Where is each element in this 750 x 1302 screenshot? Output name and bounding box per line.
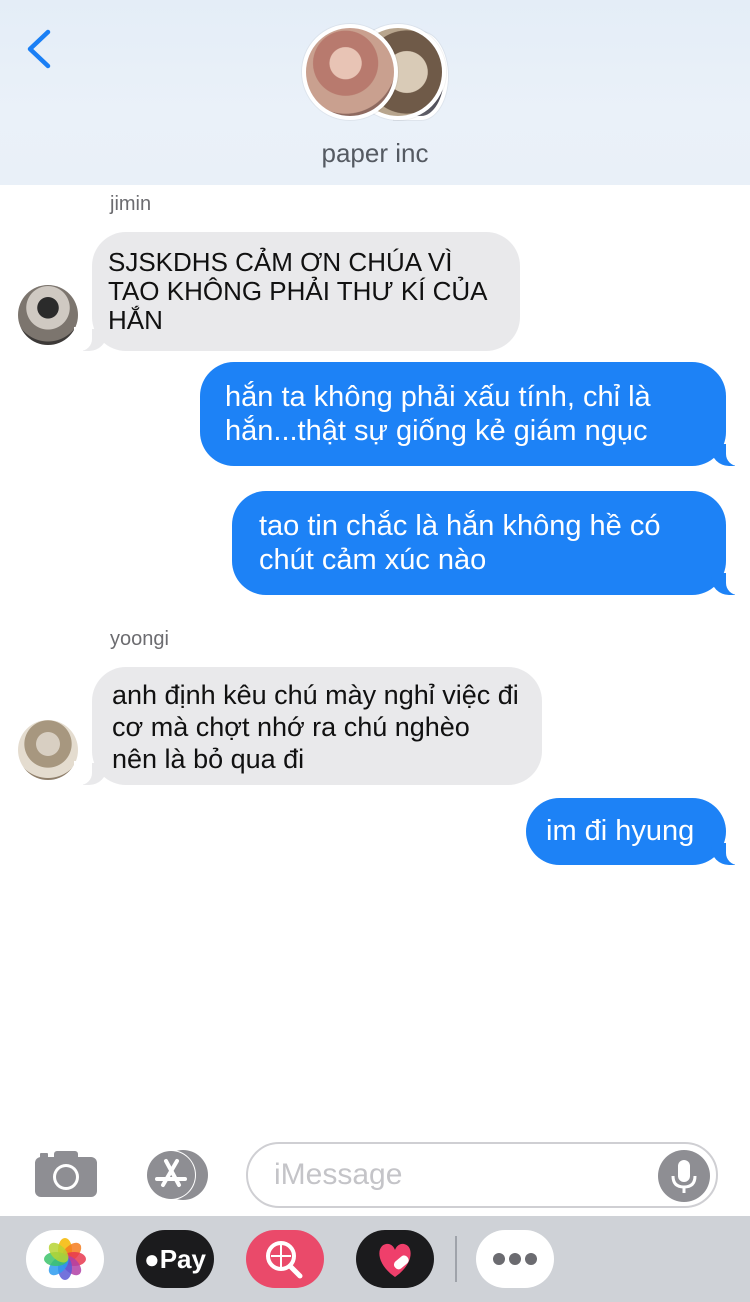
avatar xyxy=(302,24,398,120)
more-apps-button[interactable] xyxy=(476,1230,554,1288)
web-search-icon xyxy=(266,1241,303,1279)
dictation-button[interactable] xyxy=(658,1150,710,1202)
message-input-placeholder: iMessage xyxy=(274,1158,403,1191)
group-avatars[interactable] xyxy=(300,22,460,122)
back-button[interactable] xyxy=(20,26,60,72)
message-text: hắn ta không phải xấu tính, chỉ là hắn..… xyxy=(225,381,651,447)
apple-pay-label: Pay xyxy=(159,1244,206,1274)
photos-app-button[interactable] xyxy=(26,1230,104,1288)
apple-pay-button[interactable]: ●Pay xyxy=(136,1230,214,1288)
message-text: im đi hyung xyxy=(546,815,695,847)
group-name[interactable]: paper inc xyxy=(0,138,750,169)
drawer-divider xyxy=(455,1236,457,1282)
message-text: tao tin chắc là hắn không hề có chút cảm… xyxy=(259,510,661,576)
sender-name: yoongi xyxy=(110,628,169,650)
digital-touch-icon xyxy=(379,1243,411,1277)
message-text: SJSKDHS CẢM ƠN CHÚA VÌ TAO KHÔNG PHẢI TH… xyxy=(108,247,487,335)
message-bubble-outgoing[interactable]: im đi hyung xyxy=(526,798,744,865)
message-bubble-incoming[interactable]: anh định kêu chú mày nghỉ việc đi cơ mà … xyxy=(74,667,542,785)
avatar[interactable] xyxy=(18,720,78,780)
message-bubble-outgoing[interactable]: tao tin chắc là hắn không hề có chút cảm… xyxy=(232,491,744,595)
app-store-button[interactable] xyxy=(141,1149,211,1201)
chevron-left-icon xyxy=(27,29,51,69)
web-search-button[interactable] xyxy=(246,1230,324,1288)
message-bubble-incoming[interactable]: SJSKDHS CẢM ƠN CHÚA VÌ TAO KHÔNG PHẢI TH… xyxy=(74,232,520,351)
apple-logo-icon: ● xyxy=(144,1244,160,1274)
avatar[interactable] xyxy=(18,285,78,345)
message-bubble-outgoing[interactable]: hắn ta không phải xấu tính, chỉ là hắn..… xyxy=(200,362,744,466)
camera-button[interactable] xyxy=(34,1150,98,1198)
sender-name: jimin xyxy=(110,193,152,215)
message-text: anh định kêu chú mày nghỉ việc đi cơ mà … xyxy=(112,680,519,774)
microphone-icon xyxy=(671,1160,697,1193)
app-store-icon xyxy=(146,1150,208,1200)
camera-icon xyxy=(35,1151,97,1197)
app-drawer: ●Pay xyxy=(0,1216,750,1302)
message-input[interactable]: iMessage xyxy=(246,1142,718,1208)
photos-icon xyxy=(44,1238,86,1280)
more-icon xyxy=(493,1253,537,1265)
conversation-header: paper inc xyxy=(0,0,750,185)
digital-touch-button[interactable] xyxy=(356,1230,434,1288)
